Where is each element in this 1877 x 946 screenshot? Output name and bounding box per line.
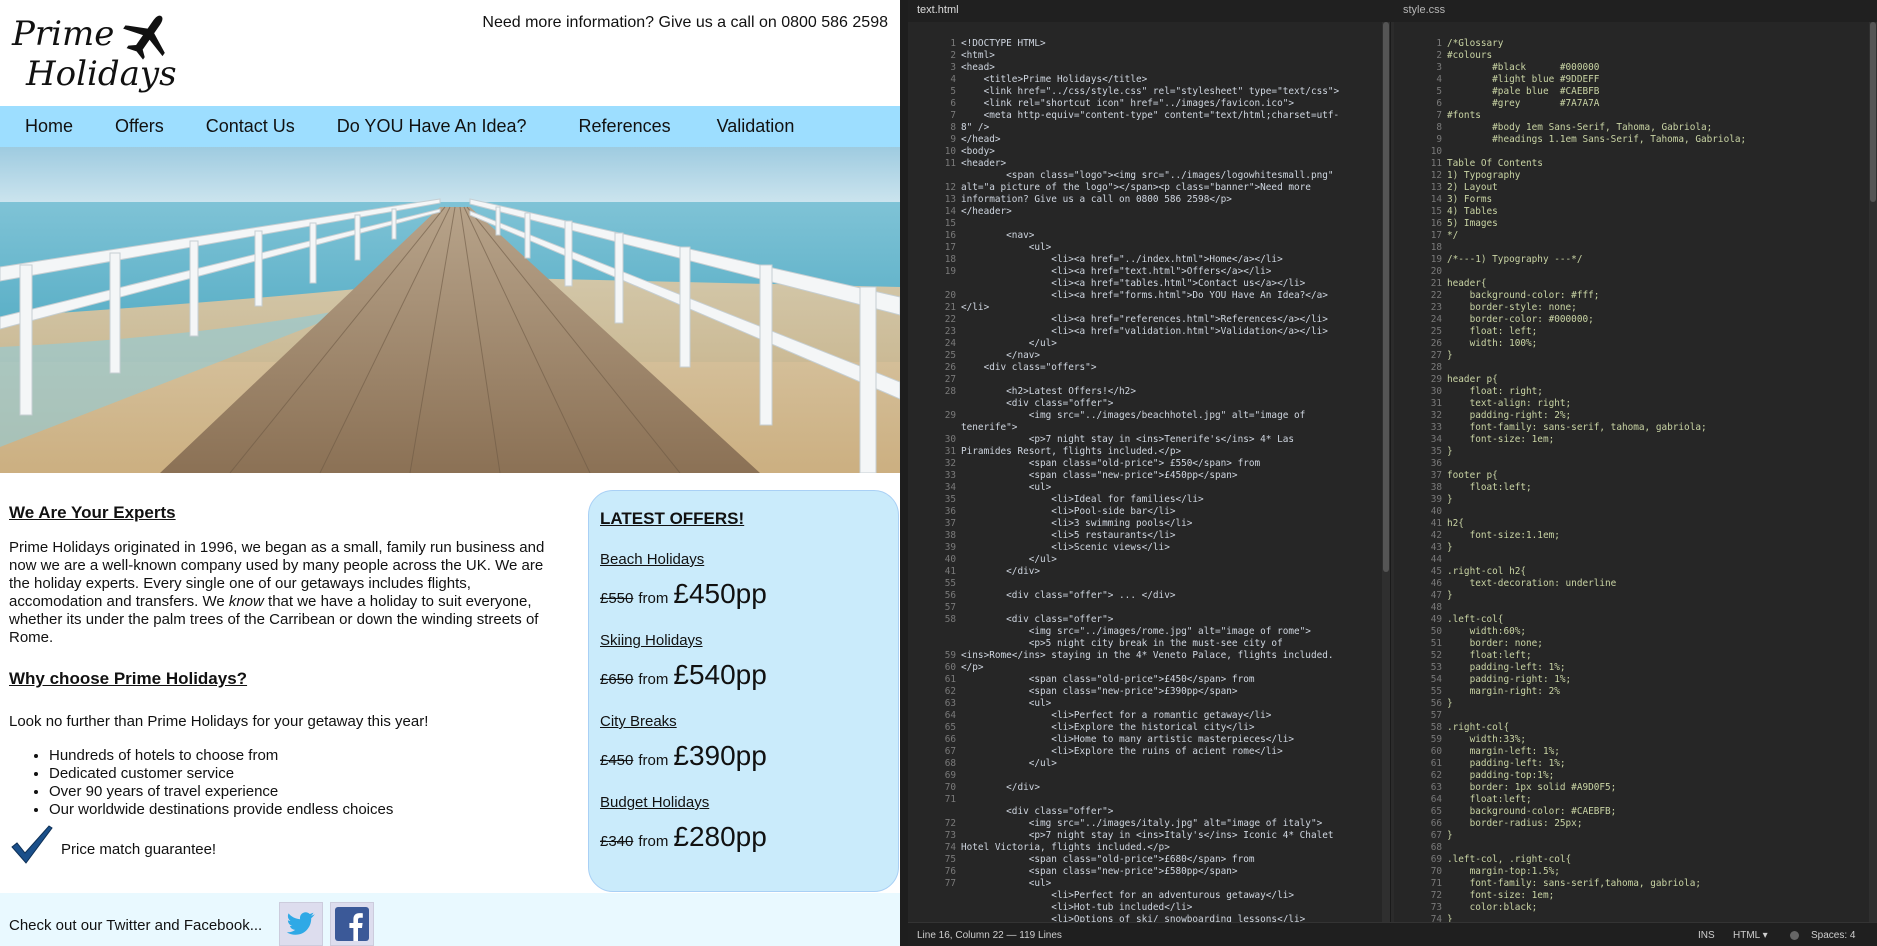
- lint-status-icon[interactable]: [1790, 931, 1799, 940]
- website-preview: Prime Holidays Need more information? Gi…: [0, 0, 900, 946]
- html-source[interactable]: <!DOCTYPE HTML> <html> <head> <title>Pri…: [961, 38, 1382, 922]
- scroll-thumb[interactable]: [1870, 22, 1876, 202]
- footer-text: Check out our Twitter and Facebook...: [9, 917, 263, 934]
- nav-offers[interactable]: Offers: [115, 116, 164, 137]
- cursor-position: Line 16, Column 22 — 119 Lines: [917, 930, 1062, 941]
- site-footer: Check out our Twitter and Facebook...: [0, 893, 900, 946]
- contact-banner: Need more information? Give us a call on…: [482, 14, 888, 31]
- indent-spaces[interactable]: Spaces: 4: [1811, 930, 1855, 941]
- offer-city: City Breaks £450 from £390pp: [600, 713, 898, 772]
- css-editor-pane[interactable]: 1 2 3 4 5 6 7 8 9 10 11 12 13 14 15 16 1…: [1394, 22, 1877, 922]
- old-price: £550: [600, 590, 634, 607]
- old-price: £450: [600, 752, 634, 769]
- price-match: Price match guarantee!: [9, 823, 309, 867]
- nav-idea[interactable]: Do YOU Have An Idea?: [337, 116, 527, 137]
- from-label: from: [638, 671, 669, 688]
- experts-heading: We Are Your Experts: [9, 503, 176, 522]
- list-item: Dedicated customer service: [49, 765, 564, 783]
- offer-price: £450 from £390pp: [600, 740, 898, 772]
- logo-text-line2: Holidays: [26, 54, 177, 94]
- main-nav: Home Offers Contact Us Do YOU Have An Id…: [0, 106, 900, 147]
- site-header: Prime Holidays Need more information? Gi…: [0, 0, 900, 105]
- offer-link-beach[interactable]: Beach Holidays: [600, 551, 898, 568]
- offer-price: £650 from £540pp: [600, 659, 898, 691]
- insert-mode[interactable]: INS: [1698, 930, 1715, 941]
- nav-contact-us[interactable]: Contact Us: [206, 116, 295, 137]
- list-item: Over 90 years of travel experience: [49, 783, 564, 801]
- facebook-link[interactable]: [330, 902, 374, 946]
- tab-text-html[interactable]: text.html: [917, 4, 959, 16]
- offer-budget: Budget Holidays £340 from £280pp: [600, 794, 898, 853]
- scroll-thumb[interactable]: [1383, 22, 1389, 572]
- checkmark-icon: [11, 825, 53, 864]
- editor-tab-bar: text.html style.css: [908, 0, 1877, 22]
- latest-offers-panel: LATEST OFFERS! Beach Holidays £550 from …: [588, 490, 899, 892]
- css-source[interactable]: /*Glossary #colours #black #000000 #ligh…: [1447, 38, 1869, 922]
- airplane-icon: [123, 15, 165, 60]
- old-price: £340: [600, 833, 634, 850]
- from-label: from: [638, 833, 669, 850]
- tab-style-css[interactable]: style.css: [1403, 4, 1445, 16]
- offer-skiing: Skiing Holidays £650 from £540pp: [600, 632, 898, 691]
- why-heading: Why choose Prime Holidays?: [9, 669, 248, 688]
- twitter-link[interactable]: [279, 902, 323, 946]
- old-price: £650: [600, 671, 634, 688]
- experts-paragraph: Prime Holidays originated in 1996, we be…: [9, 539, 545, 646]
- nav-validation[interactable]: Validation: [717, 116, 795, 137]
- facebook-icon: [335, 907, 369, 941]
- css-scrollbar[interactable]: [1869, 22, 1877, 922]
- language-mode[interactable]: HTML ▾: [1733, 930, 1768, 941]
- new-price: £540pp: [673, 659, 767, 690]
- nav-home[interactable]: Home: [25, 116, 73, 137]
- offer-link-budget[interactable]: Budget Holidays: [600, 794, 898, 811]
- list-item: Hundreds of hotels to choose from: [49, 747, 564, 765]
- offers-title: LATEST OFFERS!: [600, 509, 745, 528]
- offer-link-city[interactable]: City Breaks: [600, 713, 898, 730]
- html-editor-pane[interactable]: 1 2 3 4 5 6 7 8 9 10 11 12 13 14 15 16 1…: [908, 22, 1391, 922]
- line-numbers: 1 2 3 4 5 6 7 8 9 10 11 12 13 14 15 16 1…: [944, 38, 956, 889]
- reasons-list: Hundreds of hotels to choose from Dedica…: [49, 747, 564, 819]
- code-editor: text.html style.css 1 2 3 4 5 6 7 8 9 10…: [900, 0, 1877, 946]
- from-label: from: [638, 590, 669, 607]
- offer-price: £340 from £280pp: [600, 821, 898, 853]
- left-column: We Are Your Experts Prime Holidays origi…: [9, 503, 564, 864]
- editor-status-bar: Line 16, Column 22 — 119 Lines INS HTML …: [908, 922, 1877, 946]
- twitter-icon: [286, 912, 315, 935]
- hero-pier-image: [0, 147, 900, 473]
- prime-holidays-logo[interactable]: Prime Holidays: [12, 10, 177, 100]
- offer-price: £550 from £450pp: [600, 578, 898, 610]
- offer-beach: Beach Holidays £550 from £450pp: [600, 551, 898, 610]
- from-label: from: [638, 752, 669, 769]
- new-price: £390pp: [673, 740, 767, 771]
- line-numbers: 1 2 3 4 5 6 7 8 9 10 11 12 13 14 15 16 1…: [1430, 38, 1442, 922]
- why-paragraph: Look no further than Prime Holidays for …: [9, 713, 429, 730]
- offer-link-skiing[interactable]: Skiing Holidays: [600, 632, 898, 649]
- nav-references[interactable]: References: [579, 116, 671, 137]
- new-price: £280pp: [673, 821, 767, 852]
- list-item: Our worldwide destinations provide endle…: [49, 801, 564, 819]
- new-price: £450pp: [673, 578, 767, 609]
- price-match-label: Price match guarantee!: [61, 841, 217, 858]
- html-scrollbar[interactable]: [1382, 22, 1390, 922]
- logo-text-line1: Prime: [12, 14, 115, 54]
